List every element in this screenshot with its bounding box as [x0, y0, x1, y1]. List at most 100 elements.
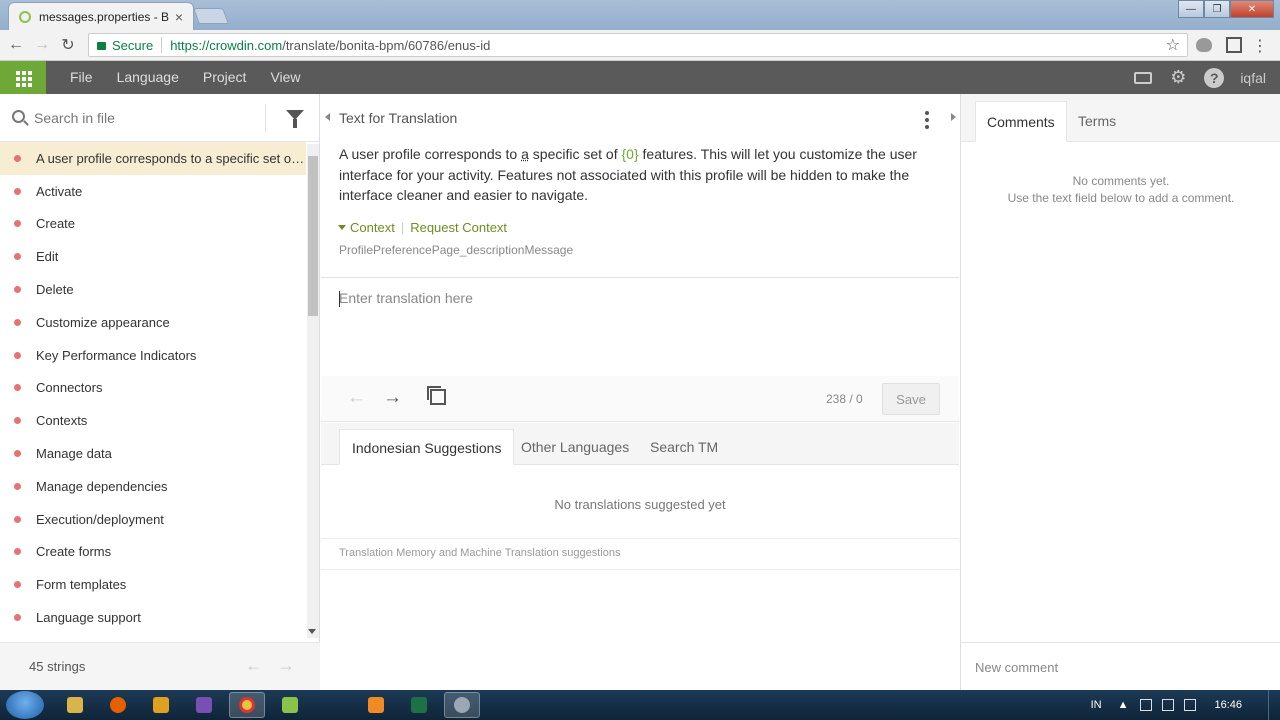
filter-icon[interactable]	[286, 110, 304, 128]
new-comment-input[interactable]	[975, 655, 1265, 679]
copy-source-icon[interactable]	[427, 386, 446, 405]
settings-gear-icon[interactable]: ⚙	[1168, 67, 1188, 88]
strings-scrollbar[interactable]	[307, 144, 319, 638]
search-divider	[265, 104, 266, 132]
taskbar-explorer-icon[interactable]	[57, 692, 93, 718]
untranslated-dot-icon	[14, 581, 21, 589]
taskbar-visual-studio-icon[interactable]	[186, 692, 222, 718]
list-item[interactable]: Execution/deployment	[0, 503, 306, 536]
system-tray: IN ▲ 16:46	[1091, 690, 1280, 720]
tray-signal-icon[interactable]	[1162, 699, 1175, 711]
user-menu[interactable]: iqfal	[1240, 70, 1266, 86]
tray-network-icon[interactable]	[1140, 699, 1153, 711]
strings-list: A user profile corresponds to a specific…	[0, 142, 306, 642]
list-item[interactable]: Language support	[0, 601, 306, 634]
start-button-icon[interactable]	[6, 691, 44, 719]
browser-toolbar: ← → ↻ Secure https://crowdin.com/transla…	[0, 30, 1280, 61]
tab-terms[interactable]: Terms	[1067, 101, 1127, 142]
url-host: https://crowdin.com	[170, 37, 283, 53]
more-options-icon[interactable]	[925, 111, 929, 129]
list-item[interactable]: Activate	[0, 175, 306, 208]
list-item[interactable]: Key Performance Indicators	[0, 339, 306, 372]
comments-tabs: Comments Terms	[961, 94, 1280, 142]
tab-close-icon[interactable]: ×	[175, 9, 183, 25]
list-item[interactable]: Create	[0, 208, 306, 241]
tray-volume-icon[interactable]	[1184, 699, 1197, 711]
collapse-right-icon[interactable]	[951, 113, 956, 121]
input-language[interactable]: IN	[1091, 699, 1102, 711]
list-item[interactable]: Create forms	[0, 536, 306, 569]
browser-menu-icon[interactable]: ⋮	[1252, 36, 1268, 56]
strings-footer: 45 strings ← →	[0, 642, 320, 690]
tray-clock[interactable]: 16:46	[1214, 699, 1242, 711]
search-input[interactable]	[34, 106, 254, 130]
taskbar-app-icon[interactable]	[358, 692, 394, 718]
back-icon[interactable]: ←	[6, 35, 26, 55]
reload-icon[interactable]: ↻	[58, 35, 78, 55]
tab-comments[interactable]: Comments	[975, 101, 1067, 142]
address-bar[interactable]: Secure https://crowdin.com/translate/bon…	[88, 33, 1188, 57]
context-toggle[interactable]: Context	[350, 220, 395, 235]
scroll-down-icon[interactable]	[308, 629, 316, 634]
screenshot-extension-icon[interactable]	[1226, 37, 1242, 53]
help-icon[interactable]: ?	[1204, 67, 1225, 88]
scrollbar-thumb[interactable]	[308, 156, 318, 316]
list-item[interactable]: Customize appearance	[0, 306, 306, 339]
request-context-link[interactable]: Request Context	[410, 220, 507, 235]
menu-file[interactable]: File	[58, 61, 105, 94]
new-tab-button[interactable]	[193, 8, 229, 24]
close-window-button[interactable]: ✕	[1230, 0, 1274, 18]
tab-other-languages[interactable]: Other Languages	[509, 429, 641, 465]
list-item[interactable]: Delete	[0, 273, 306, 306]
browser-tab[interactable]: messages.properties - Bo ×	[8, 2, 194, 30]
taskbar-firefox-icon[interactable]	[100, 692, 136, 718]
menu-language[interactable]: Language	[105, 61, 191, 94]
list-item[interactable]: Edit	[0, 240, 306, 273]
list-item[interactable]: A user profile corresponds to a specific…	[0, 142, 306, 175]
minimize-button[interactable]: —	[1178, 0, 1204, 18]
string-key: ProfilePreferencePage_descriptionMessage	[339, 243, 574, 257]
untranslated-dot-icon	[14, 515, 21, 523]
apps-grid-icon[interactable]	[0, 61, 46, 94]
list-item[interactable]: Form templates	[0, 568, 306, 601]
list-item[interactable]: Contexts	[0, 404, 306, 437]
previous-string-icon[interactable]: ←	[347, 387, 366, 409]
list-item[interactable]: Connectors	[0, 372, 306, 405]
app-header: File Language Project View ⚙ ? iqfal	[0, 61, 1280, 94]
taskbar-app-icon[interactable]	[444, 692, 480, 718]
context-row: Context | Request Context	[338, 220, 507, 235]
editor-actionbar: ← → 238 / 0 Save	[321, 376, 959, 422]
tray-expand-icon[interactable]: ▲	[1118, 699, 1129, 711]
menu-view[interactable]: View	[258, 61, 312, 94]
next-string-icon[interactable]: →	[383, 387, 402, 409]
collapse-left-icon[interactable]	[325, 113, 330, 121]
extension-icon[interactable]	[1196, 38, 1212, 52]
taskbar-excel-icon[interactable]	[401, 692, 437, 718]
maximize-button[interactable]: ❐	[1204, 0, 1230, 18]
show-desktop-button[interactable]	[1268, 690, 1280, 720]
save-button[interactable]: Save	[882, 383, 940, 415]
next-page-icon[interactable]: →	[277, 655, 295, 676]
taskbar-app-icon[interactable]	[272, 692, 308, 718]
list-item[interactable]: Manage dependencies	[0, 470, 306, 503]
untranslated-dot-icon	[14, 450, 21, 458]
search-icon	[12, 110, 25, 123]
prev-page-icon[interactable]: ←	[245, 655, 263, 676]
tab-indonesian-suggestions[interactable]: Indonesian Suggestions	[339, 429, 515, 465]
translation-input[interactable]	[339, 290, 939, 370]
taskbar-chrome-icon[interactable]	[229, 692, 265, 718]
taskbar-media-player-icon[interactable]	[143, 692, 179, 718]
untranslated-dot-icon	[14, 351, 21, 359]
search-bar	[0, 94, 320, 142]
list-item[interactable]: Manage data	[0, 437, 306, 470]
bookmark-star-icon[interactable]: ☆	[1166, 35, 1180, 55]
forward-icon[interactable]: →	[32, 35, 52, 55]
tm-mt-note: Translation Memory and Machine Translati…	[339, 547, 621, 559]
context-separator: |	[400, 220, 405, 235]
tab-search-tm[interactable]: Search TM	[638, 429, 730, 465]
editor-title: Text for Translation	[339, 110, 458, 126]
suggestion-tabs: Indonesian Suggestions Other Languages S…	[321, 423, 959, 465]
omnibox-divider	[161, 37, 163, 53]
menu-project[interactable]: Project	[191, 61, 259, 94]
keyboard-icon[interactable]	[1134, 71, 1153, 84]
